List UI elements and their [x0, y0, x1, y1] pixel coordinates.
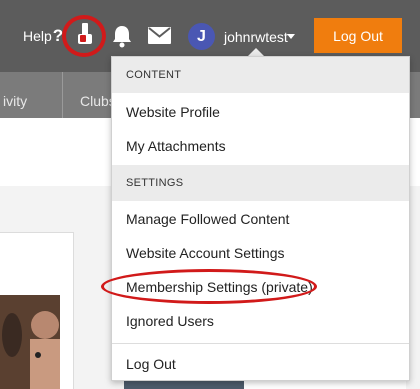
- caret-down-icon[interactable]: [287, 34, 295, 39]
- menu-item-manage-followed-content[interactable]: Manage Followed Content: [126, 211, 289, 227]
- section-header-settings: SETTINGS: [112, 165, 409, 201]
- nav-divider: [62, 72, 63, 118]
- section-header-content: CONTENT: [112, 57, 409, 93]
- menu-divider: [112, 343, 409, 344]
- help-link[interactable]: Help ?: [23, 27, 63, 45]
- bell-icon[interactable]: [111, 24, 133, 48]
- menu-item-log-out[interactable]: Log Out: [126, 356, 176, 372]
- user-dropdown-menu: CONTENT Website Profile My Attachments S…: [111, 56, 410, 381]
- menu-item-ignored-users[interactable]: Ignored Users: [126, 313, 214, 329]
- help-label: Help: [23, 28, 52, 44]
- menu-item-website-account-settings[interactable]: Website Account Settings: [126, 245, 285, 261]
- photo-thumbnail[interactable]: [0, 295, 60, 389]
- mail-icon[interactable]: [148, 27, 171, 44]
- avatar[interactable]: J: [188, 23, 215, 50]
- logout-button[interactable]: Log Out: [314, 18, 402, 53]
- annotation-ellipse: [101, 269, 317, 304]
- annotation-circle: [62, 15, 106, 57]
- menu-item-website-profile[interactable]: Website Profile: [126, 104, 220, 120]
- photo-thumbnail-right[interactable]: [124, 380, 244, 389]
- nav-item-activity[interactable]: ivity: [3, 93, 27, 109]
- menu-item-my-attachments[interactable]: My Attachments: [126, 138, 226, 154]
- username-menu[interactable]: johnrwtest: [224, 29, 288, 45]
